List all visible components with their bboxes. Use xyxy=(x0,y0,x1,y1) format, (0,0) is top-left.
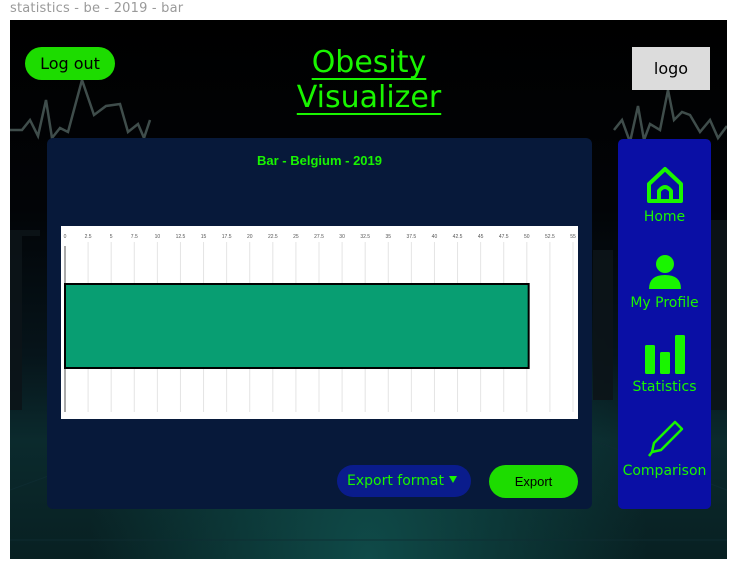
sidebar-item-label: My Profile xyxy=(630,295,699,311)
pencil-icon xyxy=(645,415,685,459)
chart-area: 0 2.5 5 7.5 10 12.5 15 17.5 20 22.5 25 27.5 30 32.5 35… xyxy=(61,226,578,419)
x-tick-label: 37.5 xyxy=(406,234,416,240)
sidebar-item-my-profile[interactable]: My Profile xyxy=(618,247,711,311)
sidebar-item-label: Comparison xyxy=(622,463,707,479)
x-tick-label: 42.5 xyxy=(453,234,463,240)
x-tick-label: 0 xyxy=(64,234,67,240)
x-tick-label: 2.5 xyxy=(85,234,92,240)
chart-title: Bar - Belgium - 2019 xyxy=(257,153,382,168)
export-button[interactable]: Export xyxy=(489,465,578,498)
x-tick-label: 10 xyxy=(155,234,161,240)
app-frame: Log out Obesity Visualizer logo Bar - Be… xyxy=(10,20,727,559)
export-format-label: Export format xyxy=(347,473,444,489)
x-tick-label: 50 xyxy=(524,234,530,240)
export-format-select[interactable]: Export format xyxy=(337,465,471,497)
x-tick-label: 47.5 xyxy=(499,234,509,240)
x-tick-label: 27.5 xyxy=(314,234,324,240)
sidebar-item-statistics[interactable]: Statistics xyxy=(618,331,711,395)
x-tick-label: 32.5 xyxy=(360,234,370,240)
x-tick-label: 5 xyxy=(110,234,113,240)
sidebar-item-label: Home xyxy=(643,209,686,225)
x-tick-label: 55 xyxy=(570,234,576,240)
x-tick-label: 45 xyxy=(478,234,484,240)
bar-chart: 0 2.5 5 7.5 10 12.5 15 17.5 20 22.5 25 27.5 30 32.5 35… xyxy=(64,234,576,412)
x-tick-label: 12.5 xyxy=(176,234,186,240)
sidebar-item-comparison[interactable]: Comparison xyxy=(618,415,711,479)
x-tick-label: 17.5 xyxy=(222,234,232,240)
x-tick-label: 7.5 xyxy=(131,234,138,240)
bar xyxy=(64,283,530,369)
x-tick-label: 30 xyxy=(339,234,345,240)
logout-button[interactable]: Log out xyxy=(25,47,115,80)
bar-chart-icon xyxy=(643,331,687,375)
chevron-down-icon xyxy=(449,476,457,483)
sidebar-item-label: Statistics xyxy=(632,379,697,395)
home-icon xyxy=(645,161,685,205)
x-tick-label: 40 xyxy=(432,234,438,240)
x-tick-label: 35 xyxy=(385,234,391,240)
sidebar: Home My Profile Statistics Comparison xyxy=(618,139,711,509)
x-tick-label: 52.5 xyxy=(545,234,555,240)
sidebar-item-home[interactable]: Home xyxy=(618,161,711,225)
x-tick-label: 25 xyxy=(293,234,299,240)
x-tick-label: 22.5 xyxy=(268,234,278,240)
chart-panel: Bar - Belgium - 2019 0 2.5 5 7.5 10 12.5 15 17.… xyxy=(47,138,592,509)
app-title[interactable]: Obesity Visualizer xyxy=(240,45,498,115)
window-title: statistics - be - 2019 - bar xyxy=(10,1,184,16)
user-icon xyxy=(645,247,685,291)
x-tick-label: 15 xyxy=(201,234,207,240)
x-tick-label: 20 xyxy=(247,234,253,240)
logo: logo xyxy=(632,47,710,90)
